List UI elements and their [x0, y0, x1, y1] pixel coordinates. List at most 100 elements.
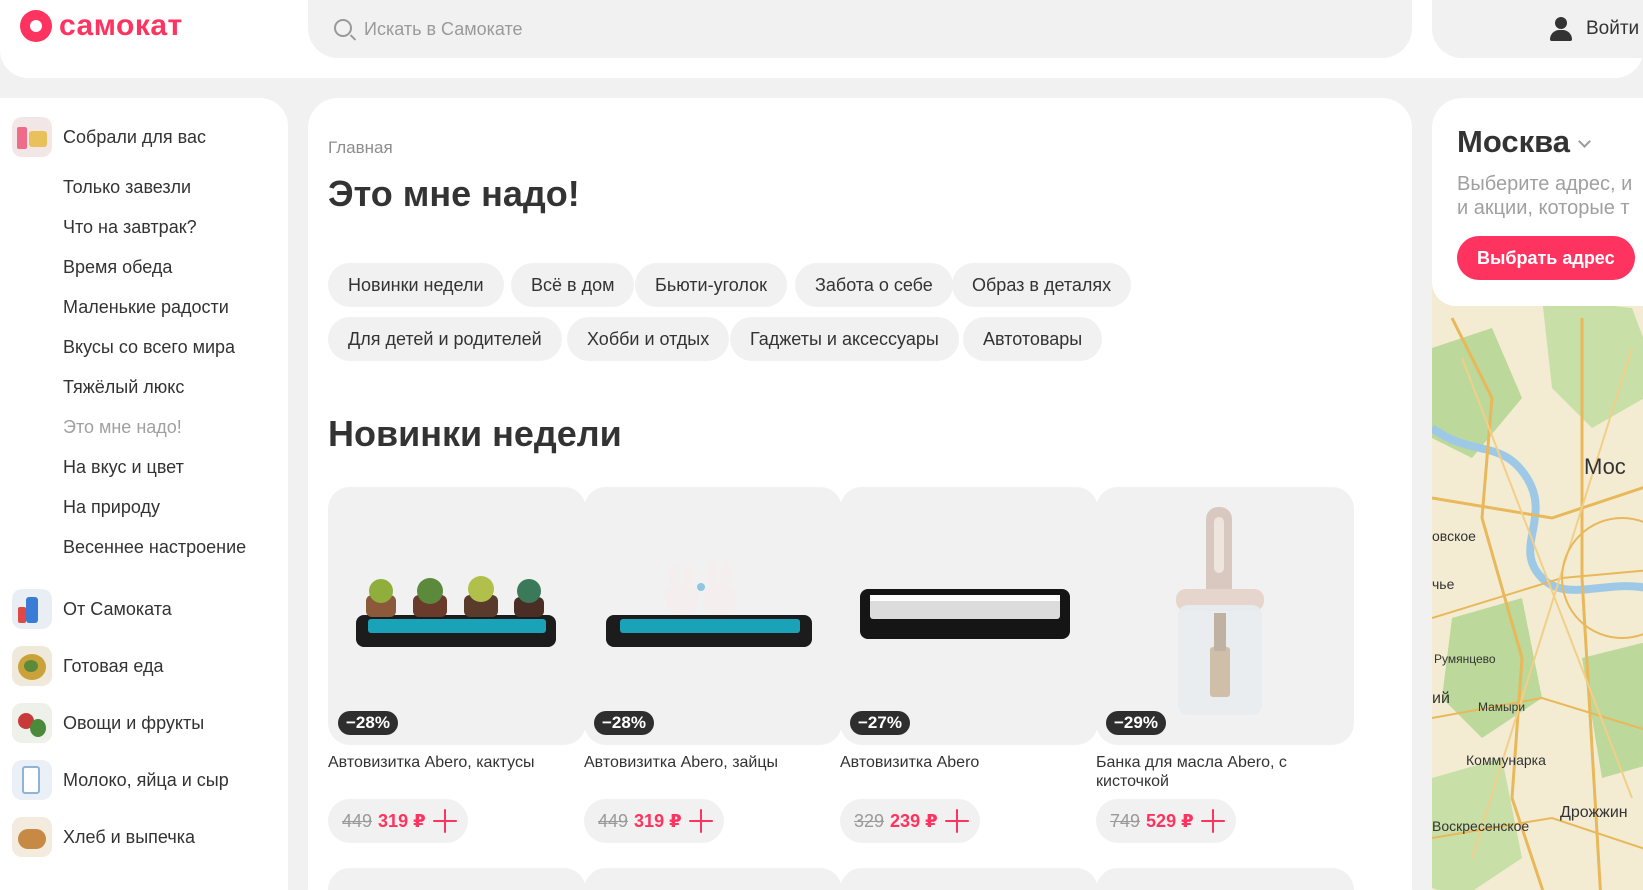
sidebar-category-bread[interactable]: Хлеб и выпечка: [12, 817, 195, 857]
add-to-cart-button[interactable]: 329 239 ₽: [840, 799, 980, 843]
search-input[interactable]: [364, 18, 1164, 40]
car-card-holder-bunnies-illustration: [606, 561, 812, 647]
login-label: Войти: [1586, 18, 1640, 39]
brand-logo[interactable]: самокат: [20, 9, 183, 42]
logo-icon: [20, 10, 52, 42]
sidebar-item-world-tastes[interactable]: Вкусы со всего мира: [63, 337, 235, 358]
car-card-holder-illustration: [860, 589, 1070, 639]
city-selector[interactable]: Москва: [1457, 124, 1591, 160]
discount-badge: −28%: [594, 711, 654, 735]
sidebar-item-breakfast[interactable]: Что на завтрак?: [63, 217, 197, 238]
user-icon: [1550, 17, 1572, 41]
sidebar-item-nature[interactable]: На природу: [63, 497, 160, 518]
product-image[interactable]: −28%: [584, 487, 842, 745]
product-name[interactable]: Банка для масла Abero, с кисточкой: [1096, 753, 1354, 793]
sidebar-category-label: Молоко, яйца и сыр: [63, 769, 229, 790]
product-card-placeholder: [1096, 868, 1354, 890]
product-card-placeholder: [584, 868, 842, 890]
old-price: 329: [854, 810, 885, 831]
product-card[interactable]: −27% Автовизитка Abero 329 239 ₽: [840, 487, 1098, 843]
map-label: чье: [1432, 576, 1455, 592]
plus-icon: [944, 808, 970, 834]
current-price: 319 ₽: [634, 810, 682, 831]
add-to-cart-button[interactable]: 449 319 ₽: [584, 799, 724, 843]
map-label: ий: [1432, 690, 1450, 707]
choose-address-button[interactable]: Выбрать адрес: [1457, 236, 1635, 280]
chip-auto-goods[interactable]: Автотовары: [963, 317, 1103, 361]
category-samokat-image: [12, 589, 52, 629]
category-dairy-image: [12, 760, 52, 800]
discount-badge: −29%: [1106, 711, 1166, 735]
map-label: Дрожжин: [1560, 804, 1628, 821]
search-bar[interactable]: [308, 0, 1412, 58]
sidebar-item-need-this[interactable]: Это мне надо!: [63, 417, 182, 438]
product-name[interactable]: Автовизитка Abero, зайцы: [584, 753, 842, 793]
page-title: Это мне надо!: [328, 173, 580, 214]
map-label: Воскресенское: [1432, 818, 1530, 834]
location-panel: Москва Выберите адрес, и и акции, которы…: [1432, 98, 1643, 890]
address-hint-line: и акции, которые т: [1457, 197, 1630, 219]
sidebar-item-new-arrivals[interactable]: Только завезли: [63, 177, 191, 198]
sidebar-item-small-joys[interactable]: Маленькие радости: [63, 297, 229, 318]
plus-icon: [432, 808, 458, 834]
oil-jar-brush-illustration: [1176, 507, 1264, 715]
login-button[interactable]: Войти: [1432, 0, 1643, 58]
sidebar-category-samokat[interactable]: От Самоката: [12, 589, 172, 629]
sidebar-category-collected[interactable]: Собрали для вас: [12, 117, 206, 157]
sidebar-category-dairy[interactable]: Молоко, яйца и сыр: [12, 760, 229, 800]
sidebar-category-ready-food[interactable]: Готовая еда: [12, 646, 163, 686]
product-image[interactable]: −28%: [328, 487, 586, 745]
sidebar-category-label: От Самоката: [63, 598, 172, 619]
main-content: Главная Это мне надо! Новинки недели Всё…: [308, 98, 1412, 890]
current-price: 239 ₽: [890, 810, 938, 831]
old-price: 449: [598, 810, 629, 831]
sidebar-item-taste-color[interactable]: На вкус и цвет: [63, 457, 184, 478]
add-to-cart-button[interactable]: 749 529 ₽: [1096, 799, 1236, 843]
map-label: Коммунарка: [1466, 752, 1546, 768]
address-hint-line: Выберите адрес, и: [1457, 173, 1633, 195]
product-image[interactable]: −29%: [1096, 487, 1354, 745]
product-card[interactable]: −29% Банка для масла Abero, с кисточкой …: [1096, 487, 1354, 843]
product-card-placeholder: [328, 868, 586, 890]
sidebar: Собрали для вас Только завезли Что на за…: [0, 98, 288, 890]
map-label: Мос: [1584, 454, 1626, 479]
chip-all-for-home[interactable]: Всё в дом: [511, 263, 635, 307]
sidebar-item-heavy-lux[interactable]: Тяжёлый люкс: [63, 377, 184, 398]
header: самокат Войти: [0, 0, 1643, 78]
chip-new-of-week[interactable]: Новинки недели: [328, 263, 504, 307]
sidebar-item-spring-mood[interactable]: Весеннее настроение: [63, 537, 246, 558]
sidebar-item-lunch[interactable]: Время обеда: [63, 257, 172, 278]
chip-self-care[interactable]: Забота о себе: [795, 263, 953, 307]
chip-kids-parents[interactable]: Для детей и родителей: [328, 317, 562, 361]
chip-style-details[interactable]: Образ в деталях: [952, 263, 1132, 307]
plus-icon: [1200, 808, 1226, 834]
search-icon: [334, 19, 352, 37]
chip-hobby-leisure[interactable]: Хобби и отдых: [567, 317, 730, 361]
old-price: 449: [342, 810, 373, 831]
chevron-down-icon: [1578, 135, 1591, 148]
chip-gadgets-accessories[interactable]: Гаджеты и аксессуары: [730, 317, 959, 361]
add-to-cart-button[interactable]: 449 319 ₽: [328, 799, 468, 843]
product-name[interactable]: Автовизитка Abero: [840, 753, 1098, 793]
breadcrumb[interactable]: Главная: [328, 138, 393, 158]
product-card[interactable]: −28% Автовизитка Abero, кактусы 449 319 …: [328, 487, 586, 843]
product-card-placeholder: [840, 868, 1098, 890]
car-card-holder-cactus-illustration: [356, 576, 556, 647]
old-price: 749: [1110, 810, 1141, 831]
plus-icon: [688, 808, 714, 834]
current-price: 319 ₽: [378, 810, 426, 831]
sidebar-category-vegetables-fruits[interactable]: Овощи и фрукты: [12, 703, 204, 743]
map-label: Румянцево: [1434, 652, 1496, 666]
brand-name: самокат: [59, 9, 183, 42]
sidebar-category-label: Собрали для вас: [63, 126, 207, 147]
sidebar-category-label: Овощи и фрукты: [63, 712, 205, 733]
city-selector-box: Москва Выберите адрес, и и акции, которы…: [1432, 98, 1643, 306]
sidebar-category-label: Готовая еда: [63, 655, 164, 676]
category-bread-image: [12, 817, 52, 857]
product-card[interactable]: −28% Автовизитка Abero, зайцы 449 319 ₽: [584, 487, 842, 843]
chip-beauty-corner[interactable]: Бьюти-уголок: [635, 263, 787, 307]
category-collected-image: [12, 117, 52, 157]
product-image[interactable]: −27%: [840, 487, 1098, 745]
product-name[interactable]: Автовизитка Abero, кактусы: [328, 753, 586, 793]
discount-badge: −27%: [850, 711, 910, 735]
